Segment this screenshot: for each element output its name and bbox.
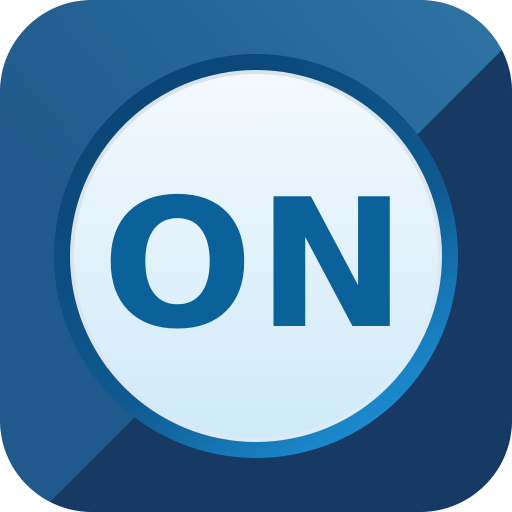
on-label: ON bbox=[102, 161, 410, 368]
app-icon[interactable]: ON bbox=[0, 0, 512, 512]
